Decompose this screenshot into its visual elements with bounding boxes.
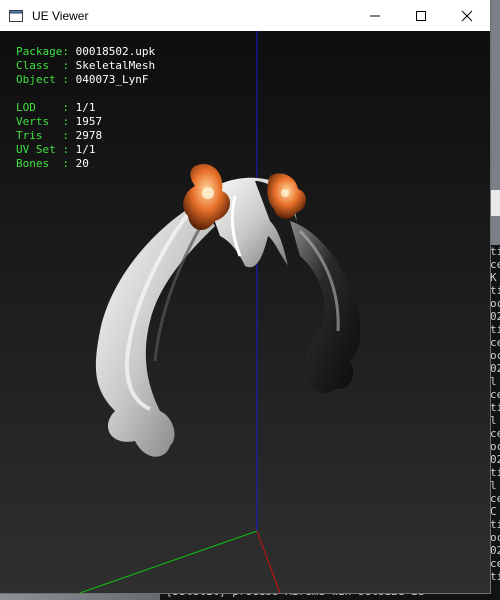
axis-x-line — [256, 530, 281, 593]
background-console-line: oc — [490, 349, 500, 362]
window-controls — [352, 0, 490, 31]
background-console-line: ti — [490, 518, 500, 531]
background-console-line: ce — [490, 258, 500, 271]
info-package: Package: 00018502.upk — [16, 45, 156, 58]
background-console-line: l — [490, 479, 497, 492]
info-uvset: UV Set : 1/1 — [16, 143, 96, 156]
ue-viewer-window: UE Viewer Package: 00018502.upk Class: … — [0, 0, 490, 593]
3d-viewport[interactable]: Package: 00018502.upk Class : SkeletalMe… — [0, 31, 490, 593]
background-console-line: 02 — [490, 310, 500, 323]
window-title: UE Viewer — [32, 8, 89, 23]
hair-mesh — [95, 163, 361, 457]
minimize-button[interactable] — [352, 0, 398, 31]
axis-y-line — [79, 530, 258, 593]
background-console-line: ce — [490, 427, 500, 440]
background-console-line: ce — [490, 388, 500, 401]
background-console-line: oc — [490, 531, 500, 544]
info-tris: Tris : 2978 — [16, 129, 103, 142]
background-console-line: l — [490, 375, 497, 388]
title-bar[interactable]: UE Viewer — [0, 0, 490, 31]
mesh-info-panel: Package: 00018502.upk Class : SkeletalMe… — [16, 45, 155, 171]
background-console-line: ce — [490, 336, 500, 349]
background-console-line: oc — [490, 440, 500, 453]
background-console-line: C — [490, 505, 497, 518]
background-console-line: ce — [490, 492, 500, 505]
minimize-icon — [370, 15, 380, 16]
background-console-line: ti — [490, 466, 500, 479]
info-lod: LOD : 1/1 — [16, 101, 96, 114]
background-console-line: ti — [490, 570, 500, 583]
background-console-line: ti — [490, 323, 500, 336]
maximize-button[interactable] — [398, 0, 444, 31]
background-window-edge — [489, 190, 500, 216]
background-console-line: ti — [490, 401, 500, 414]
background-console-line: ce — [490, 557, 500, 570]
background-console-line: ti — [490, 284, 500, 297]
info-object: Object : 040073_LynF — [16, 73, 149, 86]
close-icon — [461, 10, 473, 21]
app-icon — [8, 8, 24, 24]
info-class: Class : SkeletalMesh — [16, 59, 156, 72]
background-console-line: 02 — [490, 362, 500, 375]
background-console-line: l — [490, 414, 497, 427]
maximize-icon — [416, 10, 426, 21]
background-console-line: 02 — [490, 544, 500, 557]
close-button[interactable] — [444, 0, 490, 31]
background-console-line: K — [490, 271, 497, 284]
background-console-line: ti — [490, 245, 500, 258]
background-console-line: oc — [490, 297, 500, 310]
info-verts: Verts : 1957 — [16, 115, 103, 128]
background-console-line: 02 — [490, 453, 500, 466]
info-bones: Bones : 20 — [16, 157, 89, 170]
